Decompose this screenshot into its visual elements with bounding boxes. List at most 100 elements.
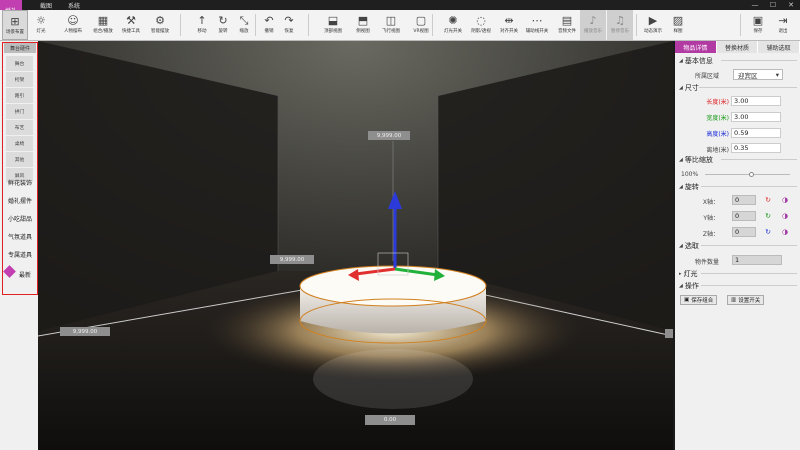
- scale-slider[interactable]: [705, 174, 790, 175]
- exit-icon: ⇥: [778, 13, 788, 27]
- align-toggle-button[interactable]: ⇹ 对齐开关: [496, 10, 522, 40]
- dimension-label-left: 9,999.00: [270, 255, 314, 264]
- sidebar-item-wedding-decor[interactable]: 婚礼摆件: [4, 192, 36, 209]
- sidebar-item-fabric[interactable]: 布艺: [6, 120, 33, 135]
- scale-button[interactable]: ⤡ 缩放: [231, 10, 257, 40]
- arrow-up-icon: ↑: [197, 13, 207, 27]
- z-axis-field[interactable]: 0: [732, 227, 756, 237]
- group-play-button[interactable]: ▦ 组合/播放: [90, 10, 116, 40]
- close-button[interactable]: ✕: [782, 0, 800, 10]
- area-dropdown[interactable]: 迎宾区 ▾: [733, 69, 783, 80]
- guide-toggle-button[interactable]: ⋯ 辅助线开关: [524, 10, 550, 40]
- section-rotate[interactable]: ◢ 旋转: [679, 182, 797, 192]
- lighting-button[interactable]: ☼ 灯光: [28, 10, 54, 40]
- section-operations[interactable]: ◢ 操作: [679, 281, 797, 291]
- section-select[interactable]: ◢ 选取: [679, 241, 797, 251]
- x-axis-field[interactable]: 0: [732, 195, 756, 205]
- music-note-icon: ♪: [589, 13, 597, 27]
- sidebar-item-stage[interactable]: 舞台: [6, 56, 33, 71]
- audio-file-button[interactable]: ▤ 音频文件: [554, 10, 580, 40]
- minimize-button[interactable]: —: [746, 0, 764, 10]
- scale-slider-knob[interactable]: [749, 172, 755, 177]
- tab-replace-material[interactable]: 替换材质: [716, 41, 759, 53]
- dynamic-demo-button[interactable]: ▶ 动态演示: [640, 10, 666, 40]
- menu-screenshot[interactable]: 截图: [40, 1, 52, 10]
- pause-music-button[interactable]: ♫ 暂停音乐: [607, 10, 633, 40]
- sidebar-item-tables-chairs[interactable]: 桌椅: [6, 136, 33, 151]
- sidebar-item-truss[interactable]: 桁架: [6, 72, 33, 87]
- tools-icon: ⚒: [126, 13, 136, 27]
- save-group-button[interactable]: ▣ 保存组合: [680, 295, 718, 305]
- top-view-button[interactable]: ⬓ 顶部视图: [320, 10, 346, 40]
- ground-offset-label: 离地(米): [706, 147, 729, 154]
- setting-toggle-button[interactable]: ▥ 设置开关: [727, 295, 765, 305]
- save-button[interactable]: ▣ 保存: [745, 10, 771, 40]
- smart-place-button[interactable]: ⚙ 智能摆放: [147, 10, 173, 40]
- width-field[interactable]: 3.00: [731, 112, 781, 122]
- sun-icon: ☼: [36, 13, 46, 27]
- undo-icon: ↶: [264, 13, 274, 27]
- sidebar-item-exclusive[interactable]: 专属道具: [4, 246, 36, 263]
- dropdown-arrow-icon: ▾: [775, 70, 779, 79]
- play-music-button[interactable]: ♪ 播放音乐: [580, 10, 606, 40]
- shadow-toggle-button[interactable]: ◌ 阴影/透视: [468, 10, 494, 40]
- exit-button[interactable]: ⇥ 退出: [770, 10, 796, 40]
- sidebar-item-other[interactable]: 其他: [6, 152, 33, 167]
- toggle-icon: ▥: [731, 297, 737, 303]
- dimension-label-floor: 9,999.00: [60, 327, 110, 336]
- new-badge: [3, 265, 16, 278]
- person-layout-button[interactable]: ☺ 人物摆布: [60, 10, 86, 40]
- ground-offset-field[interactable]: 0.35: [731, 143, 781, 153]
- tab-item-details[interactable]: 物品详情: [675, 41, 717, 53]
- z-flip-icon[interactable]: ◑: [781, 228, 789, 236]
- x-axis-label: X轴：: [702, 199, 719, 206]
- tab-assist-select[interactable]: 辅助选取: [758, 41, 800, 53]
- save-icon: ▣: [684, 297, 690, 303]
- section-size[interactable]: ◢ 尺寸: [679, 83, 797, 93]
- light-toggle-button[interactable]: ✺ 灯光开关: [440, 10, 466, 40]
- scale-icon: ⤡: [239, 13, 249, 27]
- top-view-icon: ⬓: [327, 13, 339, 27]
- area-label: 所属区域: [694, 73, 719, 80]
- scene-layout-button[interactable]: ⊞ 场景布置: [2, 10, 28, 40]
- vr-view-button[interactable]: ▢ VR视图: [408, 10, 434, 40]
- maximize-button[interactable]: ☐: [764, 0, 782, 10]
- save-icon: ▣: [752, 13, 764, 27]
- y-axis-field[interactable]: 0: [732, 211, 756, 221]
- bulb-icon: ✺: [448, 13, 458, 27]
- category-header[interactable]: 舞台硬件: [4, 43, 36, 53]
- object-count-field: 1: [732, 255, 782, 265]
- 3d-viewport[interactable]: 9,999.00 9,999.00 9,999.00 0.00: [38, 41, 673, 450]
- height-field[interactable]: 0.59: [731, 128, 781, 138]
- quick-tools-button[interactable]: ⚒ 快捷工具: [118, 10, 144, 40]
- menubar: 婚礼 截图 系统 — ☐ ✕: [0, 0, 800, 20]
- sidebar-item-atmosphere[interactable]: 气氛道具: [4, 228, 36, 245]
- side-view-button[interactable]: ⬒ 侧视图: [350, 10, 376, 40]
- x-flip-icon[interactable]: ◑: [781, 196, 789, 204]
- section-uniform-scale[interactable]: ◢ 等比缩放: [679, 155, 797, 165]
- sidebar-item-arch[interactable]: 拱门: [6, 104, 33, 119]
- length-field[interactable]: 3.00: [731, 96, 781, 106]
- gear-icon: ⚙: [155, 13, 165, 27]
- toolbar: ⊞ 场景布置 ☼ 灯光 ☺ 人物摆布 ▦ 组合/播放 ⚒ 快捷工具 ⚙ 智能摆放 ↑ 移动 ↻…: [0, 10, 800, 41]
- sidebar-item-snacks[interactable]: 小吃甜品: [4, 210, 36, 227]
- z-reset-icon[interactable]: ↻: [764, 228, 772, 236]
- section-lighting[interactable]: ▸ 灯光: [679, 269, 797, 279]
- sidebar-item-road-guide[interactable]: 路引: [6, 88, 33, 103]
- play-icon: ▶: [648, 13, 658, 27]
- y-axis-label: Y轴：: [703, 215, 719, 222]
- sidebar-item-newest[interactable]: 最新: [3, 265, 36, 283]
- sample-image-button[interactable]: ▨ 样图: [665, 10, 691, 40]
- y-flip-icon[interactable]: ◑: [781, 212, 789, 220]
- panel-tabs: 物品详情 替换材质 辅助选取: [675, 41, 800, 53]
- redo-button[interactable]: ↷ 恢复: [276, 10, 302, 40]
- align-icon: ⇹: [504, 13, 514, 27]
- side-view-icon: ⬒: [357, 13, 369, 27]
- menu-system[interactable]: 系统: [68, 1, 80, 10]
- x-reset-icon[interactable]: ↻: [764, 196, 772, 204]
- fly-view-button[interactable]: ◫ 飞行视图: [378, 10, 404, 40]
- y-reset-icon[interactable]: ↻: [764, 212, 772, 220]
- sidebar-item-flowers[interactable]: 鲜花装饰: [4, 174, 36, 191]
- monitor-icon: ▦: [97, 13, 109, 27]
- section-basic-info[interactable]: ◢ 基本信息: [679, 56, 797, 66]
